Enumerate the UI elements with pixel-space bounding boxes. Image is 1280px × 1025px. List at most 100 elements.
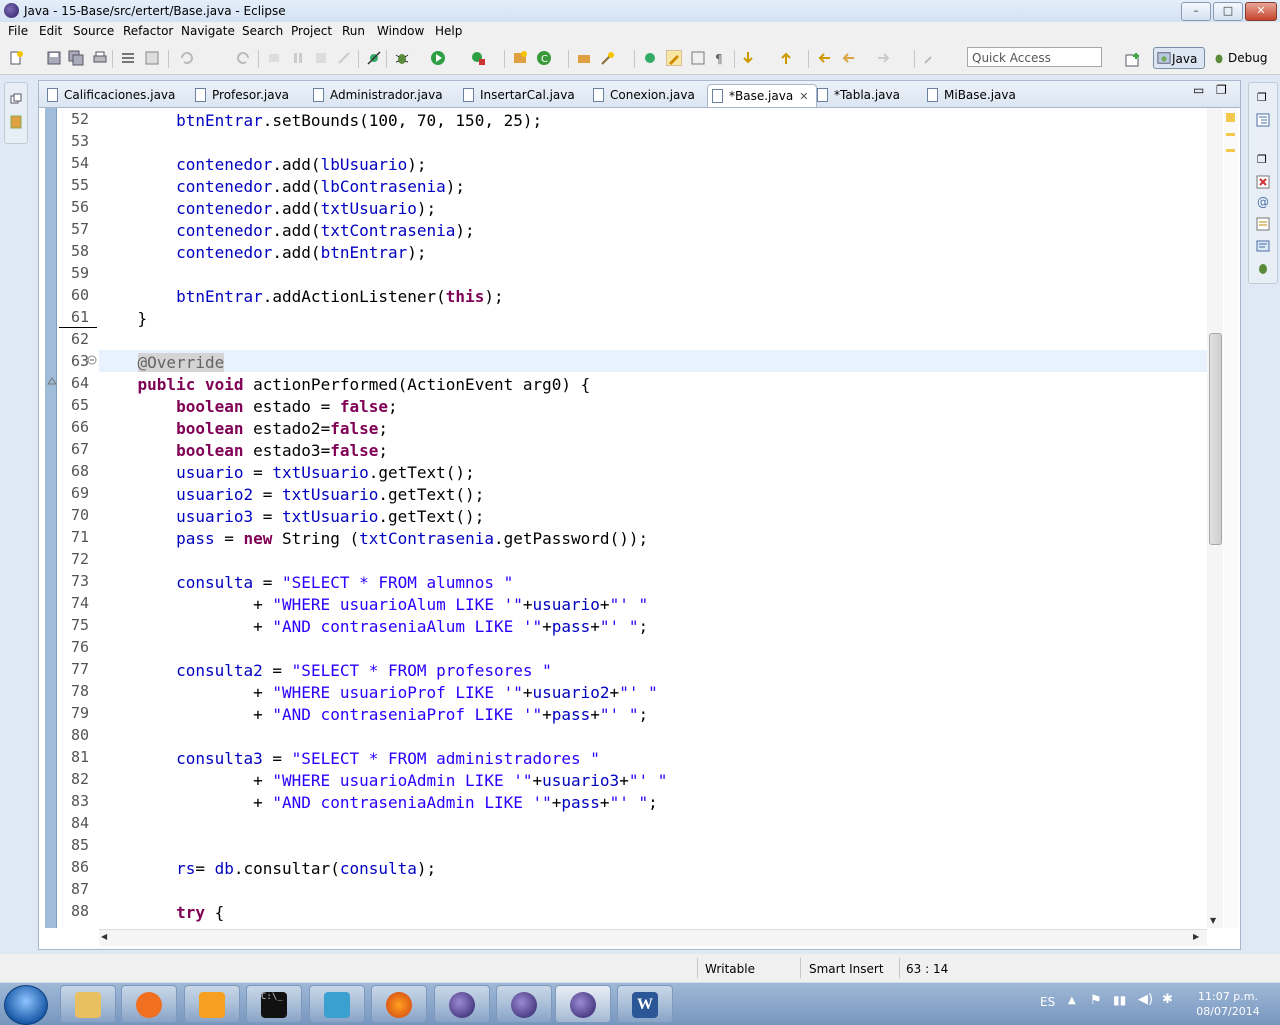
step-into-icon[interactable] bbox=[266, 50, 282, 66]
save-all-icon[interactable] bbox=[68, 50, 84, 66]
open-perspective-icon[interactable] bbox=[1125, 52, 1141, 68]
restore-icon[interactable] bbox=[10, 93, 22, 105]
search-icon[interactable] bbox=[600, 50, 616, 66]
restore-icon[interactable]: ❐ bbox=[1257, 153, 1267, 166]
taskbar-explorer[interactable] bbox=[60, 985, 116, 1023]
print-icon[interactable] bbox=[92, 50, 108, 66]
skip-breakpoints-icon[interactable] bbox=[366, 50, 382, 66]
warning-marker[interactable] bbox=[1226, 149, 1235, 152]
taskbar-eclipse-2[interactable] bbox=[496, 985, 552, 1023]
volume-icon[interactable]: ◀) bbox=[1138, 992, 1153, 1007]
disconnect-icon[interactable] bbox=[336, 50, 352, 66]
run-external-tool-icon[interactable] bbox=[470, 50, 486, 66]
open-type-icon[interactable] bbox=[576, 50, 592, 66]
line-number: 55 bbox=[70, 176, 89, 194]
taskbar-eclipse-1[interactable] bbox=[434, 985, 490, 1023]
taskbar-word[interactable]: W bbox=[617, 985, 673, 1023]
scroll-right-icon[interactable]: ▶ bbox=[1193, 932, 1199, 941]
start-button[interactable] bbox=[4, 985, 48, 1025]
run-icon[interactable] bbox=[430, 50, 446, 66]
code-area[interactable]: btnEntrar.setBounds(100, 70, 150, 25); c… bbox=[99, 108, 1209, 930]
problems-icon[interactable] bbox=[1256, 175, 1270, 189]
block-selection-icon[interactable] bbox=[690, 50, 706, 66]
maximize-button[interactable]: □ bbox=[1213, 2, 1243, 21]
new-java-project-icon[interactable] bbox=[512, 50, 528, 66]
package-explorer-icon[interactable] bbox=[10, 115, 22, 129]
tab-insertarcal[interactable]: InsertarCal.java bbox=[463, 84, 575, 106]
save-icon[interactable] bbox=[46, 50, 62, 66]
fold-collapse-icon[interactable] bbox=[87, 355, 97, 365]
minimize-button[interactable]: – bbox=[1181, 2, 1211, 21]
scroll-down-icon[interactable]: ▼ bbox=[1210, 916, 1216, 925]
prev-edit-icon[interactable] bbox=[778, 50, 794, 66]
line-number: 71 bbox=[70, 528, 89, 546]
quick-access-input[interactable]: Quick Access bbox=[967, 47, 1102, 67]
new-icon[interactable] bbox=[8, 50, 24, 66]
horizontal-scrollbar[interactable]: ◀ ▶ bbox=[99, 929, 1207, 946]
show-whitespace-icon[interactable]: ¶ bbox=[712, 50, 728, 66]
undo-icon[interactable] bbox=[178, 50, 194, 66]
forward-icon[interactable] bbox=[876, 50, 892, 66]
console-icon[interactable] bbox=[1256, 239, 1270, 253]
new-java-class-icon[interactable]: C bbox=[536, 50, 552, 66]
maximize-editor-icon[interactable]: ❐ bbox=[1216, 83, 1227, 97]
warning-marker[interactable] bbox=[1226, 133, 1235, 136]
declaration-icon[interactable] bbox=[1256, 217, 1270, 231]
javadoc-icon[interactable]: @ bbox=[1257, 195, 1269, 209]
pin-editor-icon[interactable] bbox=[922, 50, 938, 66]
taskbar-cmd[interactable]: C:\_ bbox=[246, 985, 302, 1023]
line-number: 76 bbox=[70, 638, 89, 656]
mark-occurrences-icon[interactable] bbox=[666, 50, 682, 66]
menu-navigate[interactable]: Navigate bbox=[181, 24, 235, 38]
scroll-left-icon[interactable]: ◀ bbox=[101, 932, 107, 941]
action-center-flag-icon[interactable]: ⚑ bbox=[1090, 993, 1102, 1008]
menu-source[interactable]: Source bbox=[73, 24, 114, 38]
taskbar-app[interactable] bbox=[309, 985, 365, 1023]
menu-refactor[interactable]: Refactor bbox=[123, 24, 173, 38]
minimize-editor-icon[interactable]: ▭ bbox=[1193, 83, 1204, 97]
redo-icon[interactable] bbox=[236, 50, 252, 66]
menu-project[interactable]: Project bbox=[291, 24, 332, 38]
outline-icon[interactable] bbox=[1256, 113, 1270, 127]
terminate-icon[interactable] bbox=[313, 50, 329, 66]
taskbar-xampp[interactable] bbox=[184, 985, 240, 1023]
last-edit-location-icon[interactable] bbox=[816, 50, 832, 66]
tab-base[interactable]: *Base.java ✕ bbox=[707, 84, 818, 107]
tab-administrador[interactable]: Administrador.java bbox=[313, 84, 443, 106]
vertical-scroll-thumb[interactable] bbox=[1209, 333, 1222, 545]
tab-mibase[interactable]: MiBase.java bbox=[927, 84, 1016, 106]
network-icon[interactable]: ▮▮ bbox=[1113, 993, 1126, 1007]
menu-window[interactable]: Window bbox=[377, 24, 424, 38]
taskbar-media-player[interactable] bbox=[121, 985, 177, 1023]
perspective-java-label: Java bbox=[1172, 52, 1198, 66]
tab-profesor[interactable]: Profesor.java bbox=[195, 84, 289, 106]
menu-help[interactable]: Help bbox=[435, 24, 462, 38]
debug-view-icon[interactable] bbox=[1256, 261, 1270, 275]
update-icon[interactable]: ✱ bbox=[1162, 992, 1173, 1007]
menu-edit[interactable]: Edit bbox=[39, 24, 62, 38]
tab-calificaciones[interactable]: Calificaciones.java bbox=[47, 84, 175, 106]
menu-run[interactable]: Run bbox=[342, 24, 365, 38]
taskbar-firefox[interactable] bbox=[371, 985, 427, 1023]
close-tab-icon[interactable]: ✕ bbox=[799, 90, 808, 103]
tab-tabla[interactable]: *Tabla.java bbox=[817, 84, 900, 106]
debug-icon[interactable] bbox=[394, 50, 410, 66]
system-clock[interactable]: 11:07 p.m. 08/07/2014 bbox=[1192, 989, 1264, 1019]
show-hidden-icons-icon[interactable]: ▲ bbox=[1068, 995, 1076, 1006]
next-annotation-icon[interactable] bbox=[642, 50, 658, 66]
menu-file[interactable]: File bbox=[8, 24, 28, 38]
tab-conexion[interactable]: Conexion.java bbox=[593, 84, 695, 106]
taskbar-eclipse-active[interactable] bbox=[555, 985, 611, 1023]
restore-icon[interactable]: ❐ bbox=[1257, 91, 1267, 104]
code-line: boolean estado3=false; bbox=[176, 441, 389, 460]
toggle-breadcrumb-icon[interactable] bbox=[120, 50, 136, 66]
close-button[interactable]: ✕ bbox=[1245, 2, 1277, 21]
menu-search[interactable]: Search bbox=[242, 24, 283, 38]
warning-marker[interactable] bbox=[1226, 113, 1235, 122]
back-icon[interactable] bbox=[840, 50, 856, 66]
build-icon[interactable] bbox=[144, 50, 160, 66]
suspend-icon[interactable] bbox=[290, 50, 306, 66]
language-indicator[interactable]: ES bbox=[1040, 995, 1055, 1009]
next-edit-icon[interactable] bbox=[740, 50, 756, 66]
vertical-scrollbar[interactable]: ▼ bbox=[1207, 108, 1223, 928]
